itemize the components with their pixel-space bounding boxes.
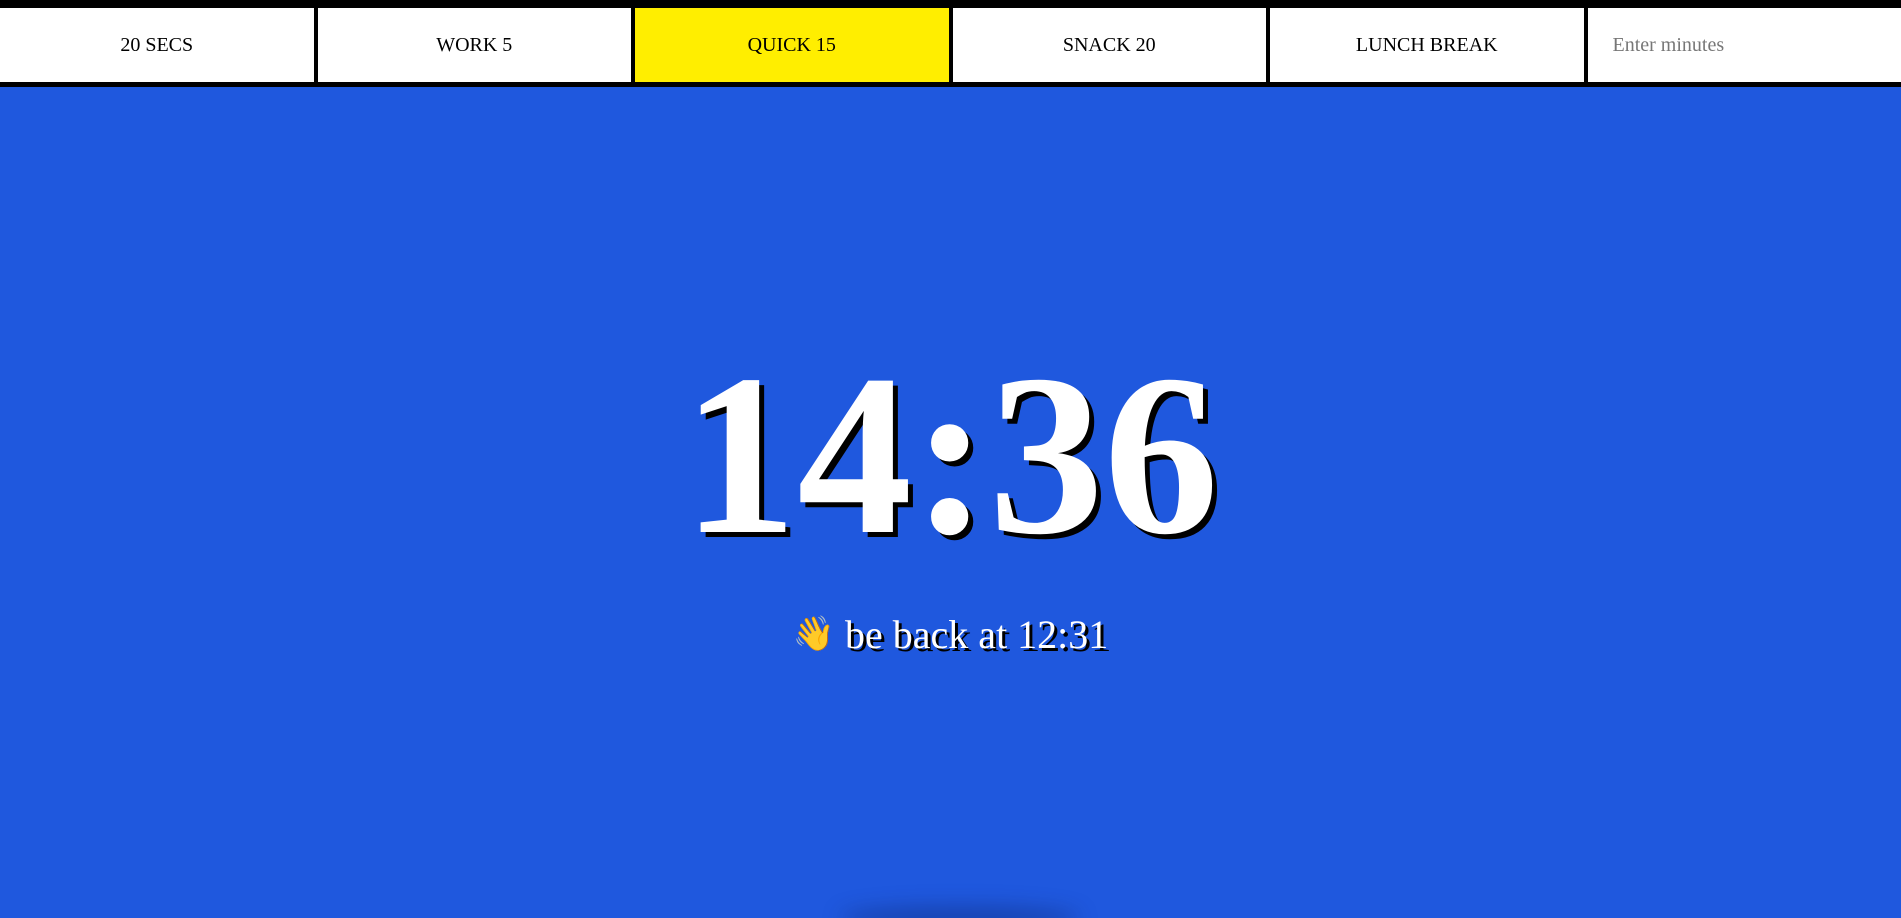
button-20-secs[interactable]: 20 SECS [0, 8, 314, 82]
button-work-5[interactable]: WORK 5 [317, 8, 631, 82]
time-left: 14:36 [682, 327, 1219, 582]
custom-minutes-form [1587, 8, 1901, 82]
waving-hand-icon: 👋 [792, 614, 836, 654]
minutes-input[interactable] [1587, 8, 1901, 82]
button-snack-20[interactable]: SNACK 20 [952, 8, 1266, 82]
end-time: 👋 be back at 12:31 [0, 615, 1901, 655]
timer-controls: 20 SECS WORK 5 QUICK 15 SNACK 20 LUNCH B… [0, 0, 1901, 87]
end-time-text: be back at 12:31 [845, 612, 1109, 657]
bottom-shadow [840, 906, 1080, 918]
button-quick-15[interactable]: QUICK 15 [635, 8, 949, 82]
button-lunch-break[interactable]: LUNCH BREAK [1270, 8, 1584, 82]
timer-display: 14:36 👋 be back at 12:31 [0, 87, 1901, 918]
